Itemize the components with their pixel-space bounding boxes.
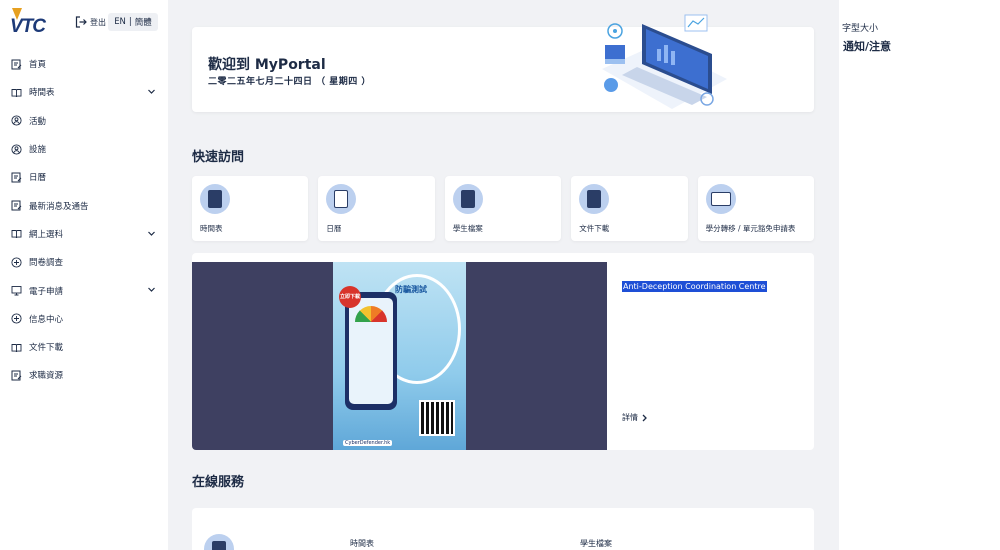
sidebar-item-label: 電子申請 bbox=[29, 286, 64, 297]
sidebar-item-7[interactable]: 問卷調查 bbox=[0, 248, 168, 276]
banner-details-label: 詳情 bbox=[622, 413, 638, 422]
quick-access-label: 文件下載 bbox=[579, 224, 610, 233]
sidebar-item-label: 信息中心 bbox=[29, 314, 64, 325]
right-panel: 字型大小 通知/注意 bbox=[839, 0, 1000, 550]
welcome-card: 歡迎到 MyPortal 二零二五年七月二十四日 （ 星期四 ） bbox=[192, 14, 814, 112]
quick-access-title: 快速訪問 bbox=[192, 150, 245, 165]
book-icon bbox=[11, 342, 22, 353]
chevron-right-icon bbox=[642, 414, 647, 421]
edit-doc-icon bbox=[11, 172, 22, 183]
plus-circle-icon bbox=[11, 257, 22, 268]
book-icon bbox=[11, 87, 22, 98]
sidebar-item-6[interactable]: 網上選科 bbox=[0, 220, 168, 248]
risk-gauge-icon bbox=[355, 306, 387, 322]
book-icon bbox=[200, 184, 230, 214]
sidebar-item-10[interactable]: 文件下載 bbox=[0, 333, 168, 361]
plus-circle-icon bbox=[11, 313, 22, 324]
list-icon bbox=[326, 184, 357, 214]
qr-code-icon bbox=[419, 400, 455, 436]
sidebar-item-3[interactable]: 設施 bbox=[0, 135, 168, 163]
sidebar-item-1[interactable]: 時間表 bbox=[0, 78, 168, 106]
logout-icon bbox=[75, 16, 87, 28]
monitor-icon bbox=[11, 285, 22, 296]
quick-access-label: 學分轉移 / 單元豁免申請表 bbox=[705, 224, 796, 233]
logout-button[interactable]: 登出 bbox=[75, 16, 106, 28]
sidebar-item-label: 問卷調查 bbox=[29, 258, 64, 269]
font-size-button[interactable]: 字型大小 bbox=[842, 21, 878, 34]
edit-doc-icon bbox=[11, 200, 22, 211]
online-service-student-profile[interactable]: 學生檔案 bbox=[580, 538, 612, 549]
quick-access-card-4[interactable]: 學分轉移 / 單元豁免申請表 bbox=[697, 176, 815, 241]
sidebar-item-label: 網上選科 bbox=[29, 229, 64, 240]
quick-access-card-1[interactable]: 日曆 bbox=[318, 176, 435, 241]
vtc-logo[interactable]: VTC bbox=[10, 8, 54, 38]
quick-access-label: 日曆 bbox=[326, 224, 342, 233]
logo-text: VTC bbox=[10, 16, 46, 37]
language-switcher: EN | 簡體 bbox=[108, 13, 158, 31]
sidebar-item-5[interactable]: 最新消息及通告 bbox=[0, 191, 168, 219]
sidebar-item-label: 活動 bbox=[29, 116, 47, 127]
user-circle-icon bbox=[11, 143, 22, 155]
poster-download-badge: 立即下載 bbox=[339, 286, 361, 308]
edit-doc-icon bbox=[11, 370, 22, 381]
online-services-title: 在線服務 bbox=[192, 475, 245, 490]
poster-phone-icon bbox=[345, 292, 397, 410]
sidebar-item-0[interactable]: 首頁 bbox=[0, 50, 168, 78]
notice-heading: 通知/注意 bbox=[843, 40, 892, 53]
sidebar-item-4[interactable]: 日曆 bbox=[0, 163, 168, 191]
online-service-timetable[interactable]: 時間表 bbox=[350, 538, 374, 549]
sidebar-item-label: 最新消息及通告 bbox=[29, 201, 89, 212]
quick-access-label: 時間表 bbox=[200, 224, 223, 233]
laptop-illustration-icon bbox=[602, 14, 727, 109]
logout-label: 登出 bbox=[90, 17, 106, 27]
anti-deception-poster[interactable]: 防騙測試 立即下載 CyberDefender.hk bbox=[333, 262, 466, 450]
quick-access-card-0[interactable]: 時間表 bbox=[192, 176, 309, 241]
sidebar-item-label: 求職資源 bbox=[29, 371, 64, 382]
banner-details-link[interactable]: 詳情 bbox=[622, 412, 648, 423]
banner-image-area[interactable]: 防騙測試 立即下載 CyberDefender.hk bbox=[192, 262, 607, 450]
sidebar: VTC 登出 EN | 簡體 首頁時間表活動設施日曆最新消息及通告 網上選科問卷調… bbox=[0, 0, 168, 550]
poster-phone-screen bbox=[349, 298, 393, 404]
book-icon bbox=[579, 184, 610, 214]
book-icon bbox=[11, 228, 22, 239]
lang-separator: | bbox=[128, 17, 132, 27]
edit-doc-icon bbox=[11, 59, 22, 70]
chevron-down-icon bbox=[148, 231, 155, 236]
online-services-card: 時間表 學生檔案 bbox=[192, 508, 814, 550]
sidebar-item-label: 首頁 bbox=[29, 60, 47, 71]
banner-title[interactable]: Anti-Deception Coordination Centre bbox=[622, 281, 767, 292]
sidebar-item-label: 設施 bbox=[29, 145, 47, 156]
lang-sc-button[interactable]: 簡體 bbox=[135, 16, 152, 28]
news-banner: 防騙測試 立即下載 CyberDefender.hk Anti-Deceptio… bbox=[192, 253, 814, 450]
chevron-down-icon bbox=[148, 287, 155, 293]
quick-access-row: 時間表 日曆 學生檔案 文件下載 學分轉移 / 單元豁免申請表 bbox=[192, 176, 815, 241]
sidebar-item-11[interactable]: 求職資源 bbox=[0, 361, 168, 389]
user-circle-icon bbox=[11, 115, 22, 126]
poster-heading: 防騙測試 bbox=[395, 285, 427, 294]
sidebar-item-2[interactable]: 活動 bbox=[0, 107, 168, 135]
sidebar-item-label: 文件下載 bbox=[29, 343, 64, 354]
main-content: 歡迎到 MyPortal 二零二五年七月二十四日 （ 星期四 ） 快速訪問 時間… bbox=[168, 0, 839, 550]
welcome-date: 二零二五年七月二十四日 （ 星期四 ） bbox=[208, 77, 371, 87]
chevron-down-icon bbox=[148, 89, 155, 95]
poster-footer-url: CyberDefender.hk bbox=[343, 440, 393, 446]
sidebar-item-label: 時間表 bbox=[29, 88, 55, 99]
quick-access-label: 學生檔案 bbox=[452, 224, 483, 233]
sidebar-menu: 首頁時間表活動設施日曆最新消息及通告 網上選科問卷調查電子申請信息中心文件下載求職… bbox=[0, 50, 168, 390]
monitor-icon bbox=[705, 184, 736, 214]
sidebar-item-8[interactable]: 電子申請 bbox=[0, 276, 168, 304]
lang-en-button[interactable]: EN bbox=[114, 17, 126, 27]
quick-access-card-3[interactable]: 文件下載 bbox=[571, 176, 688, 241]
welcome-title: 歡迎到 MyPortal bbox=[208, 57, 326, 73]
book-icon bbox=[452, 184, 483, 214]
sidebar-item-label: 日曆 bbox=[29, 173, 47, 184]
online-service-book-icon bbox=[204, 534, 234, 550]
quick-access-card-2[interactable]: 學生檔案 bbox=[444, 176, 562, 241]
banner-text-area: Anti-Deception Coordination Centre 詳情 bbox=[607, 253, 814, 450]
sidebar-item-9[interactable]: 信息中心 bbox=[0, 305, 168, 333]
